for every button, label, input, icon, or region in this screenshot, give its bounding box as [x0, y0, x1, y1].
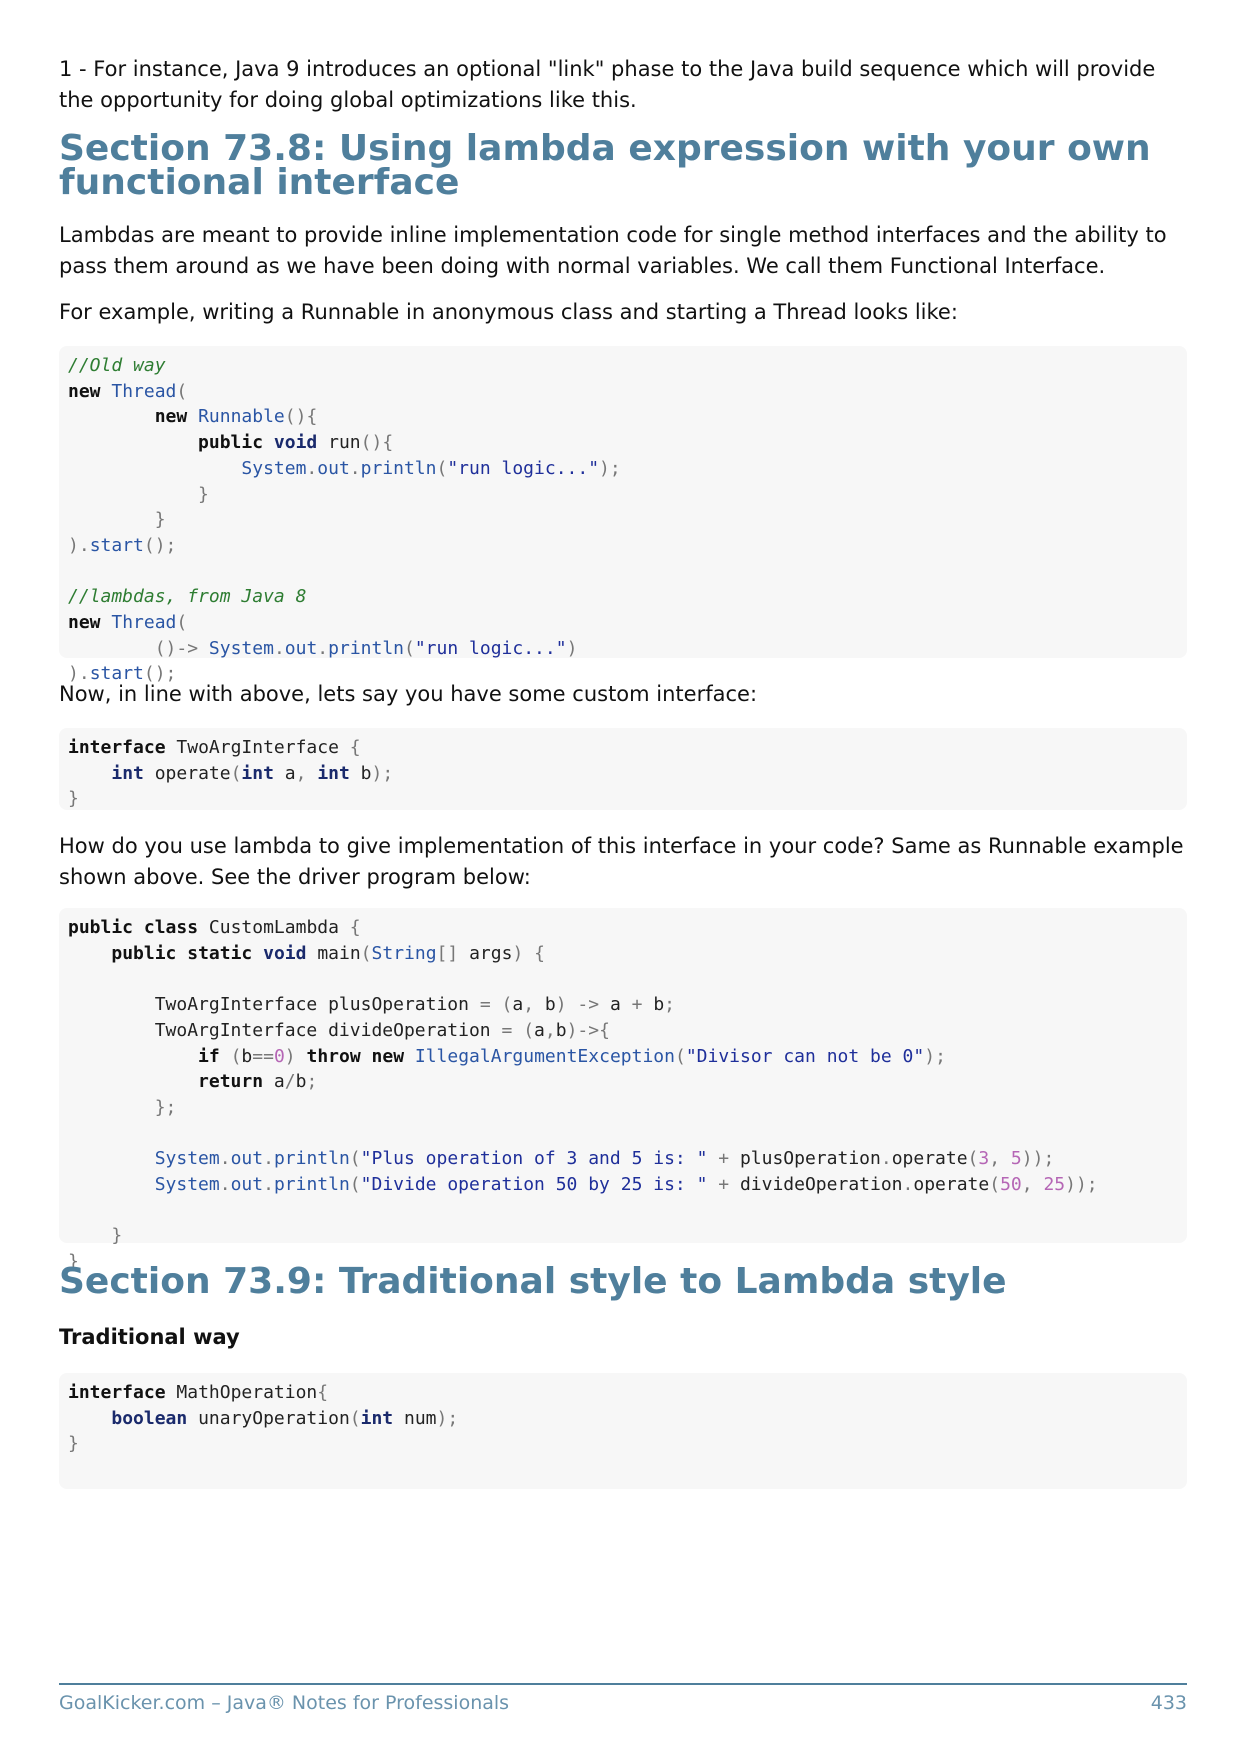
paragraph-lambdas: Lambdas are meant to provide inline impl… [59, 223, 1167, 278]
code-block-runnable: //Old way new Thread( new Runnable(){ pu… [59, 346, 1187, 684]
paragraph-example: For example, writing a Runnable in anony… [59, 300, 958, 324]
subheading-traditional-way: Traditional way [59, 1325, 240, 1349]
section-title-73-9: Section 73.9: Traditional style to Lambd… [59, 1261, 1007, 1302]
paragraph-how-to-use: How do you use lambda to give implementa… [59, 834, 1184, 889]
footer-book-title: GoalKicker.com – Java® Notes for Profess… [59, 1692, 510, 1714]
code-block-custom-lambda: public class CustomLambda { public stati… [59, 908, 1187, 1272]
code-block-twoarg-interface: interface TwoArgInterface { int operate(… [59, 728, 1187, 810]
paragraph-custom-interface: Now, in line with above, lets say you ha… [59, 682, 758, 706]
footer-divider [59, 1683, 1187, 1685]
section-title-73-8: Section 73.8: Using lambda expression wi… [59, 128, 1151, 203]
footnote-text: 1 - For instance, Java 9 introduces an o… [59, 57, 1156, 112]
code-block-math-operation: interface MathOperation{ boolean unaryOp… [59, 1373, 1187, 1489]
footer-page-number: 433 [1150, 1692, 1187, 1714]
